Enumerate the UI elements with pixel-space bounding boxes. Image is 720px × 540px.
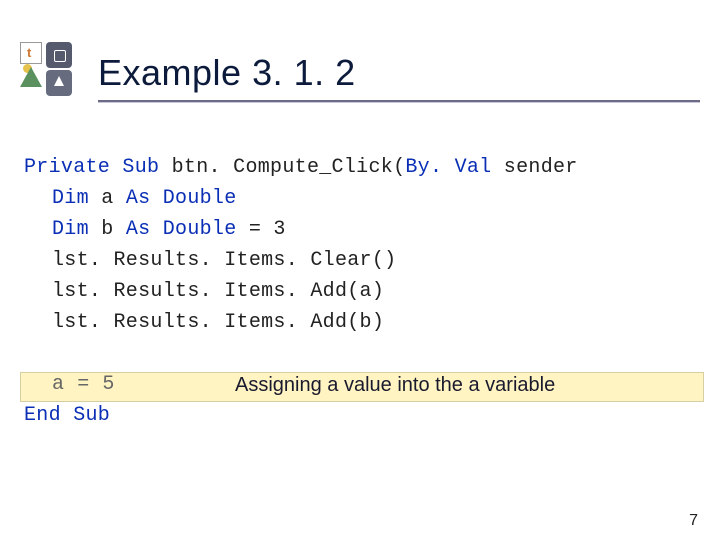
code-line-4: lst. Results. Items. Clear(): [24, 245, 700, 276]
code-text: sender: [492, 156, 578, 179]
keyword: Dim: [52, 218, 89, 241]
page-number: 7: [689, 512, 698, 530]
code-line-9: End Sub: [24, 400, 700, 431]
keyword: Dim: [52, 187, 89, 210]
code-line-2: Dim a As Double: [24, 183, 700, 214]
code-line-5: lst. Results. Items. Add(a): [24, 276, 700, 307]
code-text: a: [89, 187, 126, 210]
keyword: Private Sub: [24, 156, 159, 179]
code-text: = 3: [237, 218, 286, 241]
code-line-6: lst. Results. Items. Add(b): [24, 307, 700, 338]
highlight-caption: Assigning a value into the a variable: [235, 374, 555, 397]
code-line-7-placeholder: [24, 338, 700, 369]
keyword: As Double: [126, 187, 237, 210]
slide: t Example 3. 1. 2 Private Sub btn. Compu…: [0, 0, 720, 540]
slide-title: Example 3. 1. 2: [98, 52, 700, 94]
highlighted-code: a = 5: [52, 373, 115, 396]
slide-header: t Example 3. 1. 2: [20, 52, 700, 94]
code-text: btn. Compute_Click(: [159, 156, 405, 179]
title-underline: [98, 100, 700, 103]
code-text: b: [89, 218, 126, 241]
logo-icon: t: [20, 42, 78, 100]
code-line-1: Private Sub btn. Compute_Click(By. Val s…: [24, 152, 700, 183]
code-line-3: Dim b As Double = 3: [24, 214, 700, 245]
keyword: As Double: [126, 218, 237, 241]
keyword: End Sub: [24, 404, 110, 427]
keyword: By. Val: [405, 156, 491, 179]
